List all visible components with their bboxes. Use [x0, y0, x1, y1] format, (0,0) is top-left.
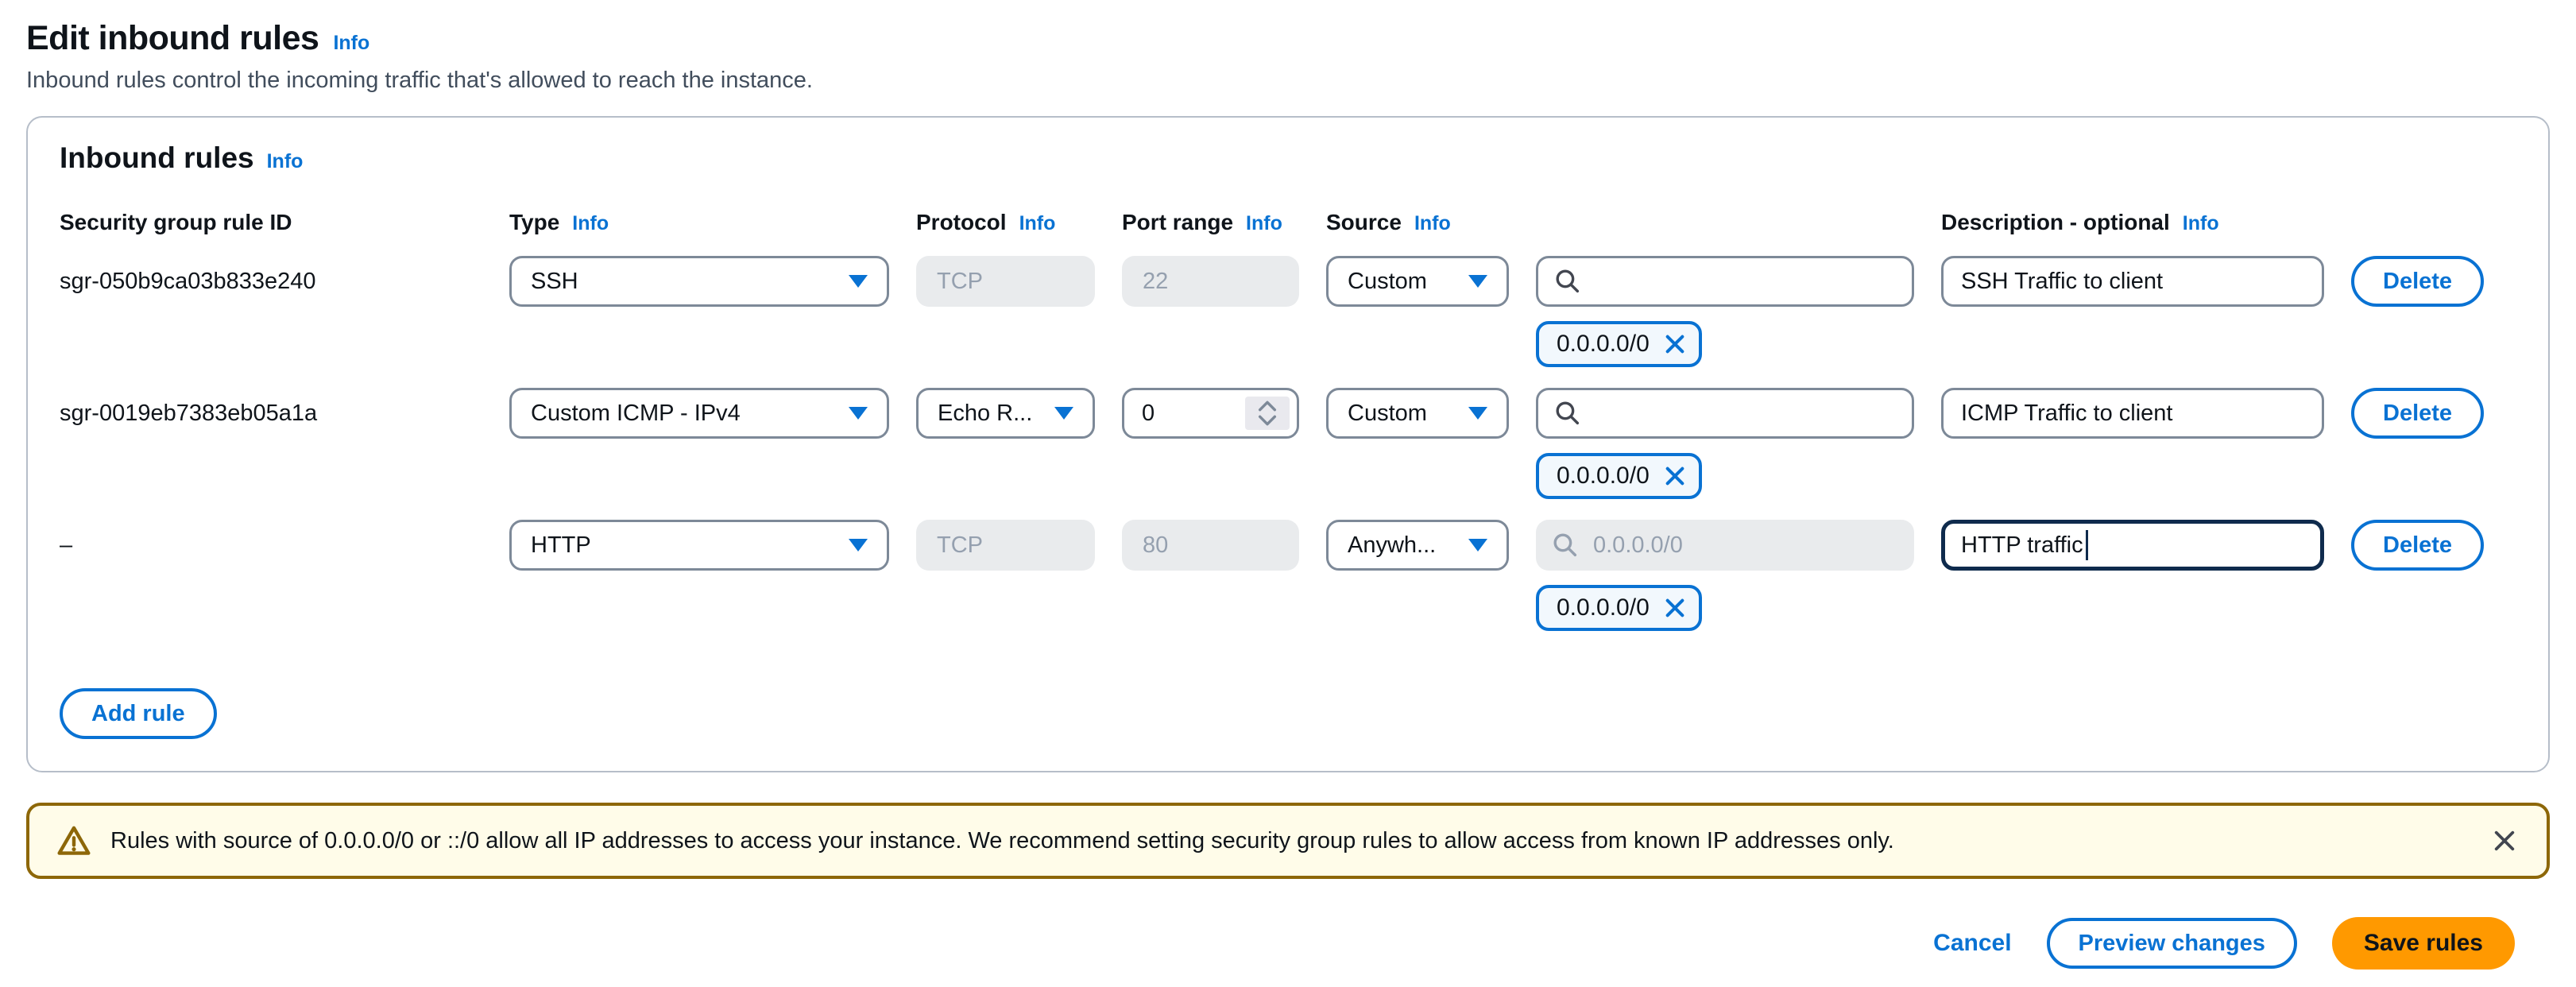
add-rule-button[interactable]: Add rule — [60, 688, 217, 739]
rule-1-source-chip: 0.0.0.0/0 — [1536, 321, 1702, 367]
banner-close-icon[interactable] — [2489, 826, 2520, 856]
rule-3-source-dropdown[interactable]: Anywh... — [1326, 520, 1509, 571]
column-header-rule-id: Security group rule ID — [60, 210, 482, 235]
rule-2-protocol-dropdown[interactable]: Echo R... — [916, 388, 1095, 439]
panel-title: Inbound rules — [60, 141, 254, 175]
rule-2-chip-dismiss-icon[interactable] — [1662, 463, 1688, 489]
chevron-down-icon — [1054, 407, 1073, 420]
source-info-link[interactable]: Info — [1414, 212, 1451, 235]
search-icon — [1552, 532, 1579, 559]
edit-inbound-rules-page: Edit inbound rules Info Inbound rules co… — [0, 0, 2576, 970]
protocol-info-link[interactable]: Info — [1019, 212, 1056, 235]
rule-1-delete-button[interactable]: Delete — [2351, 256, 2484, 307]
chevron-down-icon — [1468, 539, 1487, 552]
column-header-description: Description - optional Info — [1941, 210, 2324, 235]
rule-3-source-search-input: 0.0.0.0/0 — [1536, 520, 1914, 571]
port-range-info-link[interactable]: Info — [1246, 212, 1282, 235]
warning-triangle-icon — [56, 824, 91, 857]
rule-3-description-input[interactable]: HTTP traffic — [1941, 520, 2324, 571]
rule-1-type-dropdown[interactable]: SSH — [509, 256, 889, 307]
description-info-link[interactable]: Info — [2183, 212, 2219, 235]
text-cursor — [2086, 530, 2088, 560]
stepper-up-icon — [1257, 401, 1278, 412]
rule-3-protocol-field: TCP — [916, 520, 1095, 571]
rule-1-source-dropdown[interactable]: Custom — [1326, 256, 1509, 307]
column-header-protocol: Protocol Info — [916, 210, 1095, 235]
page-title: Edit inbound rules — [26, 19, 319, 58]
rules-grid: Security group rule ID Type Info Protoco… — [60, 210, 2516, 652]
page-subtitle: Inbound rules control the incoming traff… — [26, 68, 2550, 94]
rule-2-port-input[interactable]: 0 — [1122, 388, 1299, 439]
chevron-down-icon — [1468, 275, 1487, 288]
rule-1-description-input[interactable]: SSH Traffic to client — [1941, 256, 2324, 307]
rule-3-id: – — [60, 532, 482, 559]
rule-2-description-input[interactable]: ICMP Traffic to client — [1941, 388, 2324, 439]
rule-2-source-dropdown[interactable]: Custom — [1326, 388, 1509, 439]
chevron-down-icon — [1468, 407, 1487, 420]
rule-2-type-dropdown[interactable]: Custom ICMP - IPv4 — [509, 388, 889, 439]
save-rules-button[interactable]: Save rules — [2332, 917, 2515, 970]
preview-changes-button[interactable]: Preview changes — [2047, 918, 2297, 969]
rule-3-delete-button[interactable]: Delete — [2351, 520, 2484, 571]
rule-3-source-chip: 0.0.0.0/0 — [1536, 585, 1702, 631]
rule-1-protocol-field: TCP — [916, 256, 1095, 307]
page-title-info-link[interactable]: Info — [333, 32, 369, 55]
rule-1-id: sgr-050b9ca03b833e240 — [60, 269, 482, 295]
rule-1-port-field: 22 — [1122, 256, 1299, 307]
chevron-down-icon — [849, 539, 868, 552]
source-search-placeholder: 0.0.0.0/0 — [1593, 532, 1683, 559]
rule-2-port-stepper[interactable] — [1245, 397, 1290, 430]
panel-header: Inbound rules Info — [60, 141, 2516, 175]
rule-3-chip-dismiss-icon[interactable] — [1662, 595, 1688, 621]
warning-text: Rules with source of 0.0.0.0/0 or ::/0 a… — [110, 828, 2470, 854]
type-info-link[interactable]: Info — [572, 212, 609, 235]
column-header-port-range: Port range Info — [1122, 210, 1299, 235]
column-header-source: Source Info — [1326, 210, 1509, 235]
footer-actions: Cancel Preview changes Save rules — [26, 917, 2550, 970]
chevron-down-icon — [849, 275, 868, 288]
rule-2-delete-button[interactable]: Delete — [2351, 388, 2484, 439]
rule-2-id: sgr-0019eb7383eb05a1a — [60, 401, 482, 427]
rule-1-chip-dismiss-icon[interactable] — [1662, 331, 1688, 357]
rule-2-source-chip: 0.0.0.0/0 — [1536, 453, 1702, 499]
rule-3-port-field: 80 — [1122, 520, 1299, 571]
column-header-type: Type Info — [509, 210, 889, 235]
search-icon — [1554, 268, 1581, 295]
rule-2-source-search-input[interactable] — [1536, 388, 1914, 439]
rule-3-type-dropdown[interactable]: HTTP — [509, 520, 889, 571]
stepper-down-icon — [1257, 415, 1278, 426]
search-icon — [1554, 400, 1581, 427]
chevron-down-icon — [849, 407, 868, 420]
warning-banner: Rules with source of 0.0.0.0/0 or ::/0 a… — [26, 803, 2550, 879]
page-header: Edit inbound rules Info — [26, 19, 2550, 58]
inbound-rules-panel: Inbound rules Info Security group rule I… — [26, 116, 2550, 772]
panel-title-info-link[interactable]: Info — [267, 150, 304, 173]
rule-1-source-search-input[interactable] — [1536, 256, 1914, 307]
cancel-button[interactable]: Cancel — [1933, 930, 2011, 957]
